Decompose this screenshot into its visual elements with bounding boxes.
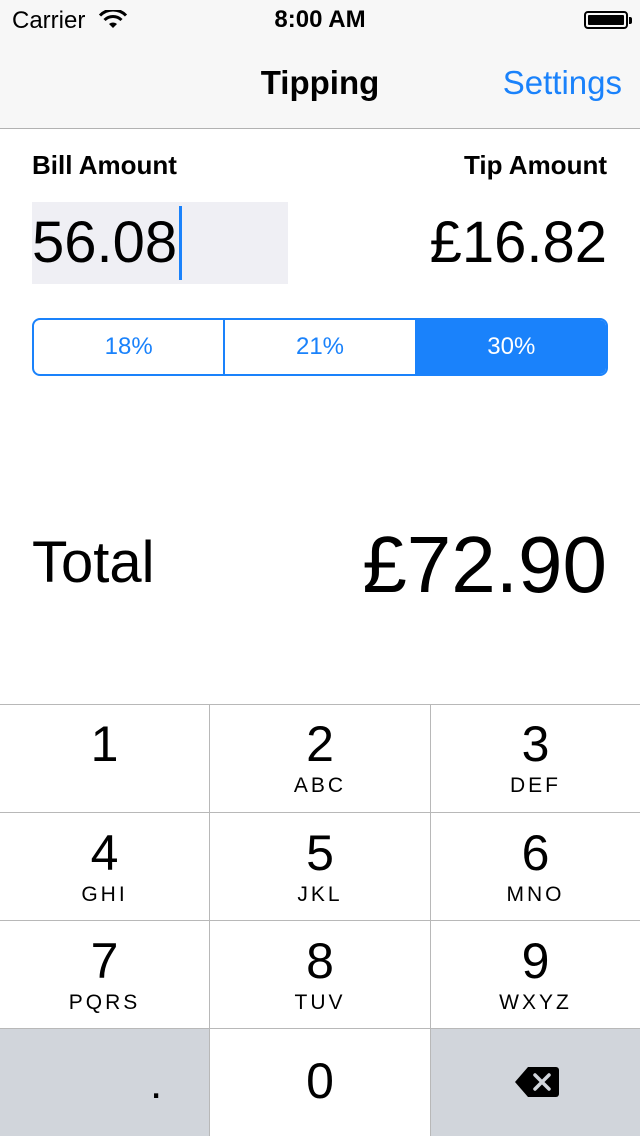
key-letters: MNO [506,883,565,906]
keypad-divider [209,704,210,1136]
tip-percentage-control: 18% 21% 30% [32,318,608,376]
key-number: 7 [90,933,119,989]
key-letters: DEF [510,774,561,797]
key-6[interactable]: 6 MNO [431,813,640,920]
tip-option-30[interactable]: 30% [416,320,606,374]
bill-amount-value: 56.08 [32,210,178,275]
key-number: 8 [306,933,334,989]
key-1[interactable]: 1 [0,704,209,812]
keypad-divider [430,704,431,1136]
key-number: 5 [306,825,334,881]
key-letters: WXYZ [499,991,572,1014]
key-letters: ABC [293,774,347,797]
key-decimal[interactable]: . [0,1029,209,1136]
key-8[interactable]: 8 TUV [210,921,430,1028]
key-7[interactable]: 7 PQRS [0,921,209,1028]
key-number: 6 [521,825,550,881]
text-caret [179,206,182,280]
key-number: 1 [90,716,119,772]
settings-button[interactable]: Settings [503,64,622,102]
key-2[interactable]: 2 ABC [210,704,430,812]
backspace-icon [515,1067,559,1097]
clock: 8:00 AM [274,6,366,33]
keypad-divider [0,920,640,921]
status-bar: Carrier 8:00 AM [0,0,640,40]
tip-amount-label: Tip Amount [464,150,607,180]
bill-amount-label: Bill Amount [32,150,177,180]
key-letters: PQRS [68,991,141,1014]
key-5[interactable]: 5 JKL [210,813,430,920]
keypad-divider [0,1028,640,1029]
top-bar: Carrier 8:00 AM Tipping Settings [0,0,640,129]
key-letters: TUV [294,991,346,1014]
key-3[interactable]: 3 DEF [431,704,640,812]
tip-option-18[interactable]: 18% [34,320,226,374]
key-number: 9 [521,933,550,989]
key-0[interactable]: 0 [210,1029,430,1136]
battery-icon [584,11,632,29]
key-backspace[interactable] [431,1029,640,1136]
key-letters: JKL [297,883,343,906]
key-number: 4 [90,825,119,881]
numeric-keypad: 1 2 ABC 3 DEF 4 GHI 5 JKL 6 MNO 7 PQRS 8… [0,704,640,1136]
keypad-divider [0,812,640,813]
key-number: 2 [306,716,334,772]
key-letters: GHI [81,883,128,906]
tip-option-21[interactable]: 21% [225,320,417,374]
bill-amount-input[interactable]: 56.08 [32,202,288,284]
tip-amount-value: £16.82 [429,210,607,275]
key-4[interactable]: 4 GHI [0,813,209,920]
key-9[interactable]: 9 WXYZ [431,921,640,1028]
total-value: £72.90 [362,520,607,609]
key-number: 0 [306,1053,334,1109]
key-number: 3 [521,716,550,772]
decimal-label: . [150,1059,163,1108]
keypad-divider [0,704,640,705]
total-label: Total [32,530,155,595]
